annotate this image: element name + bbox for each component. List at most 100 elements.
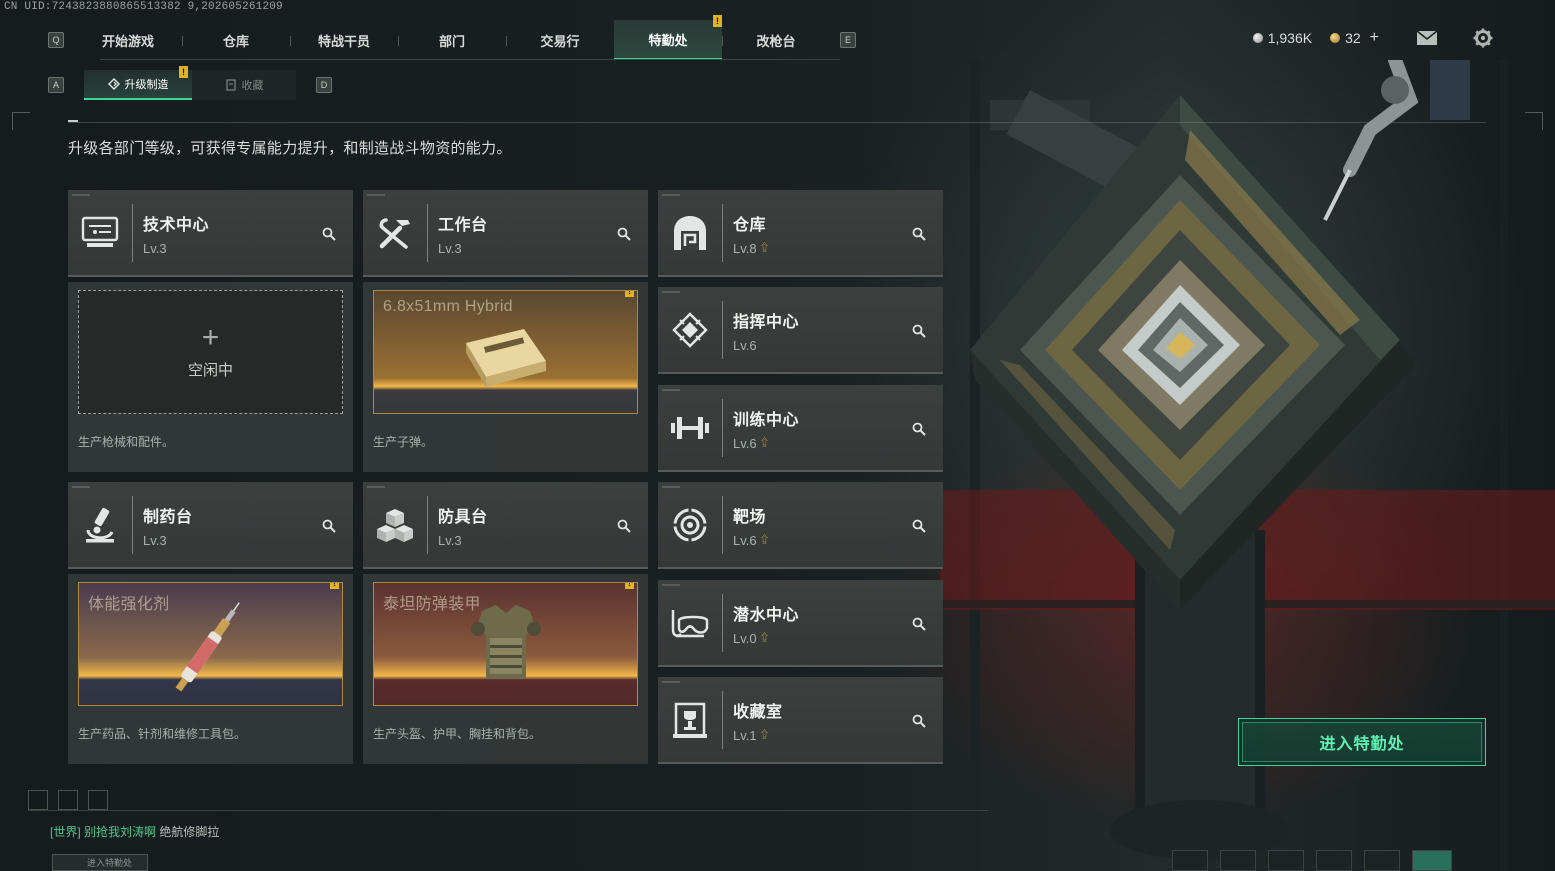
add-button[interactable]	[1316, 850, 1352, 871]
department-card-diving-center[interactable]: 潜水中心 Lv.0 ⮸	[658, 580, 943, 667]
tab-operators[interactable]: 特战干员	[290, 20, 398, 60]
department-name: 仓库	[733, 216, 767, 234]
notification-badge: !	[713, 15, 722, 27]
bottom-divider	[28, 810, 988, 811]
chat-message[interactable]: [世界] 别抢我刘涛啊 绝航修脚拉	[50, 823, 219, 840]
department-card-training-center[interactable]: 训练中心 Lv.6 ⮸	[658, 385, 943, 472]
notification-badge: !	[625, 291, 634, 297]
target-icon	[673, 508, 707, 542]
upgrade-available-icon: ⮸	[760, 728, 769, 742]
tab-department[interactable]: 部门	[398, 20, 506, 60]
quick-slot[interactable]	[58, 790, 78, 810]
department-card-tech-center[interactable]: 技术中心 Lv.3	[68, 190, 353, 277]
search-icon	[322, 227, 336, 241]
main-navigation: Q 开始游戏 仓库 特战干员 部门 交易行 特勤处 ! 改枪台 E	[48, 15, 878, 60]
department-card-pharmacy[interactable]: 制药台 Lv.3	[68, 482, 353, 569]
search-icon	[322, 519, 336, 533]
notification-badge: !	[625, 583, 634, 589]
search-icon	[912, 324, 926, 338]
production-slot-item[interactable]: 6.8x51mm Hybrid !	[373, 290, 638, 414]
department-card-armor-bench[interactable]: 防具台 Lv.3	[363, 482, 648, 569]
chat-text: 绝航修脚拉	[159, 825, 220, 839]
page-description: 升级各部门等级，可获得专属能力提升，和制造战斗物资的能力。	[68, 140, 512, 157]
mail-button[interactable]	[1415, 26, 1439, 50]
mail-icon	[1416, 30, 1438, 45]
chat-sender: 别抢我刘涛啊	[84, 825, 157, 839]
department-name: 指挥中心	[733, 313, 800, 331]
production-slot-item[interactable]: 体能强化剂 !	[78, 582, 343, 706]
chat-channel: [世界]	[50, 825, 81, 839]
department-card-workbench[interactable]: 工作台 Lv.3	[363, 190, 648, 277]
inspect-button[interactable]	[909, 419, 929, 439]
search-icon	[912, 617, 926, 631]
friends-button[interactable]	[1268, 850, 1304, 871]
vault-icon	[674, 216, 706, 250]
add-button-secondary[interactable]	[1364, 850, 1400, 871]
enter-special-ops-button[interactable]: 进入特勤处	[1238, 718, 1486, 766]
production-description: 生产子弹。	[373, 435, 434, 449]
collection-icon	[225, 79, 236, 91]
subnav-left-key-hint[interactable]: A	[48, 77, 64, 93]
subtab-label: 收藏	[241, 80, 264, 92]
tab-gunsmith[interactable]: 改枪台	[722, 20, 830, 60]
tab-special-ops[interactable]: 特勤处 !	[614, 15, 722, 60]
production-panel-pharmacy: 体能强化剂 ! 生产药品、针剂和维修工具包。	[68, 574, 353, 764]
department-name: 训练中心	[733, 411, 800, 429]
inspect-button[interactable]	[614, 516, 634, 536]
silver-coin-icon	[1252, 33, 1263, 43]
subnav-right-key-hint[interactable]: D	[316, 77, 332, 93]
command-chip-icon	[672, 312, 708, 348]
subtab-collection[interactable]: 收藏	[192, 70, 296, 100]
department-card-shooting-range[interactable]: 靶场 Lv.6 ⮸	[658, 482, 943, 569]
department-name: 潜水中心	[733, 606, 800, 624]
department-level: Lv.3	[438, 532, 462, 548]
tab-start-game[interactable]: 开始游戏	[74, 20, 182, 60]
item-name: 泰坦防弹装甲	[383, 596, 481, 613]
tab-market[interactable]: 交易行	[506, 20, 614, 60]
production-panel-armor-bench: 泰坦防弹装甲 ! 生产头盔、护甲、胸挂和背包。	[363, 574, 648, 764]
subtab-upgrade-craft[interactable]: 升级制造 !	[84, 66, 192, 100]
production-slot-idle[interactable]: + 空闲中	[78, 290, 343, 414]
armor-cubes-icon	[377, 509, 413, 542]
inspect-button[interactable]	[909, 321, 929, 341]
production-slot-item[interactable]: 泰坦防弹装甲 !	[373, 582, 638, 706]
department-card-command-center[interactable]: 指挥中心 Lv.6	[658, 287, 943, 374]
tab-label: 特战干员	[317, 33, 370, 49]
inspect-button[interactable]	[319, 516, 339, 536]
profile-avatar[interactable]	[1412, 850, 1452, 871]
inspect-button[interactable]	[909, 614, 929, 634]
production-description: 生产药品、针剂和维修工具包。	[78, 727, 247, 741]
department-name: 工作台	[438, 216, 488, 234]
settings-button[interactable]	[1471, 26, 1495, 50]
inspect-button[interactable]	[909, 516, 929, 536]
gold-currency[interactable]: 32 +	[1330, 29, 1379, 47]
stats-button[interactable]	[1172, 850, 1208, 871]
bottom-enter-button[interactable]: 进入特勤处	[52, 854, 148, 871]
inspect-button[interactable]	[614, 224, 634, 244]
cards-button[interactable]	[1220, 850, 1256, 871]
silver-currency: 1,936K	[1252, 30, 1312, 46]
inspect-button[interactable]	[319, 224, 339, 244]
add-currency-button[interactable]: +	[1370, 29, 1379, 47]
department-level: Lv.3	[143, 240, 167, 256]
nav-right-key-hint[interactable]: E	[840, 32, 856, 48]
divider-tick	[68, 120, 78, 122]
production-panel-workbench: 6.8x51mm Hybrid ! 生产子弹。	[363, 282, 648, 472]
computer-icon	[81, 216, 119, 247]
tab-warehouse[interactable]: 仓库	[182, 20, 290, 60]
search-icon	[617, 227, 631, 241]
inspect-button[interactable]	[909, 711, 929, 731]
dumbbell-icon	[671, 417, 709, 439]
nav-left-key-hint[interactable]: Q	[48, 32, 64, 48]
section-divider	[68, 122, 1486, 123]
tab-label: 部门	[438, 33, 465, 49]
production-description: 生产头盔、护甲、胸挂和背包。	[373, 727, 542, 741]
quick-slot[interactable]	[28, 790, 48, 810]
idle-label: 空闲中	[187, 361, 233, 379]
department-level: Lv.3	[143, 532, 167, 548]
department-card-collection-room[interactable]: 收藏室 Lv.1 ⮸	[658, 677, 943, 764]
inspect-button[interactable]	[909, 224, 929, 244]
upgrade-available-icon: ⮸	[760, 241, 769, 255]
quick-slot[interactable]	[88, 790, 108, 810]
department-card-warehouse[interactable]: 仓库 Lv.8 ⮸	[658, 190, 943, 277]
